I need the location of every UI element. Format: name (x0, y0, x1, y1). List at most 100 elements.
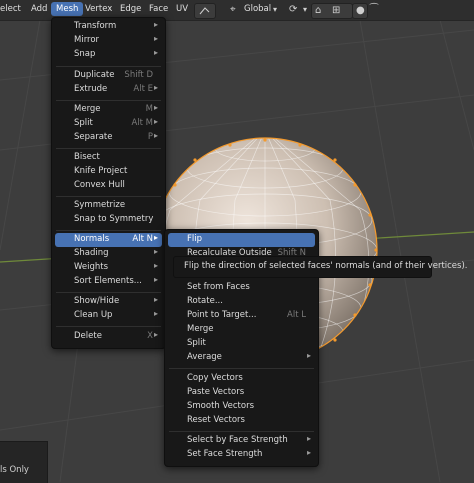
menu-item-point-to-target[interactable]: Point to Target... Alt L (168, 309, 315, 323)
menu-item-label: Separate (74, 132, 113, 142)
menu-item-flip[interactable]: Flip (168, 233, 315, 247)
menu-item-show-hide[interactable]: Show/Hide ▸ (55, 295, 162, 309)
submenu-arrow-icon: ▸ (306, 448, 311, 457)
menu-item-label: Set Face Strength (187, 449, 263, 459)
tooltip: Flip the direction of selected faces' no… (173, 256, 467, 278)
menu-item-split[interactable]: Split Alt M ▸ (55, 117, 162, 131)
falloff-curve-icon[interactable]: ⁀ (370, 3, 378, 17)
menu-item-label: Reset Vectors (187, 415, 245, 425)
menu-item-label: Bisect (74, 152, 100, 162)
menu-item-set-from-faces[interactable]: Set from Faces (168, 281, 315, 295)
shortcut-label: Alt M (131, 118, 153, 128)
panel-label: ls Only (0, 465, 29, 475)
submenu-arrow-icon: ▸ (153, 275, 158, 284)
uv-select-mode-dropdown[interactable] (194, 3, 216, 19)
submenu-arrow-icon: ▸ (153, 309, 158, 318)
shortcut-label: X (147, 331, 153, 341)
menu-item-label: Symmetrize (74, 200, 126, 210)
menu-separator (56, 148, 161, 149)
menu-separator (169, 431, 314, 432)
menu-item-label: Clean Up (74, 310, 113, 320)
menu-item-label: Snap (74, 49, 96, 59)
submenu-arrow-icon: ▸ (153, 103, 158, 112)
shortcut-label: P (147, 132, 153, 142)
menu-item-convex-hull[interactable]: Convex Hull (55, 179, 162, 193)
menu-item-snap[interactable]: Snap ▸ (55, 48, 162, 62)
menu-item-rotate[interactable]: Rotate... (168, 295, 315, 309)
snapping-group[interactable]: ⌂ ⊞ (311, 3, 353, 19)
menu-item-label: Merge (187, 324, 214, 334)
transform-orientation-dropdown[interactable]: Global (244, 4, 271, 14)
bottom-left-panel: ls Only (0, 441, 48, 483)
menu-uv[interactable]: UV (176, 4, 188, 14)
submenu-arrow-icon: ▸ (153, 330, 158, 339)
menu-item-label: Duplicate (74, 70, 115, 80)
menu-item-label: Split (74, 118, 93, 128)
menu-item-separate[interactable]: Separate P ▸ (55, 131, 162, 145)
menu-item-label: Snap to Symmetry (74, 214, 154, 224)
menu-vertex[interactable]: Vertex (85, 4, 112, 14)
shortcut-label: Alt E (133, 84, 153, 94)
submenu-arrow-icon: ▸ (153, 20, 158, 29)
shortcut-label: Alt L (287, 310, 306, 320)
menu-item-label: Knife Project (74, 166, 128, 176)
menu-add[interactable]: Add (31, 4, 47, 14)
submenu-arrow-icon: ▸ (153, 247, 158, 256)
menu-item-label: Copy Vectors (187, 373, 243, 383)
menu-item-split-normals[interactable]: Split (168, 337, 315, 351)
menu-item-label: Rotate... (187, 296, 223, 306)
menu-item-mirror[interactable]: Mirror ▸ (55, 34, 162, 48)
shortcut-label: M (145, 104, 153, 114)
menu-item-snap-to-symmetry[interactable]: Snap to Symmetry (55, 213, 162, 227)
menu-item-label: Set from Faces (187, 282, 250, 292)
menu-item-label: Delete (74, 331, 102, 341)
menu-item-label: Select by Face Strength (187, 435, 288, 445)
menu-separator (56, 326, 161, 327)
menu-item-normals[interactable]: Normals Alt N ▸ (55, 233, 162, 247)
menu-item-merge[interactable]: Merge M ▸ (55, 103, 162, 117)
submenu-arrow-icon: ▸ (153, 34, 158, 43)
menu-item-symmetrize[interactable]: Symmetrize (55, 199, 162, 213)
menu-item-label: Shading (74, 248, 109, 258)
chevron-down-icon: ▾ (273, 5, 278, 14)
menu-item-label: Average (187, 352, 222, 362)
menu-separator (169, 368, 314, 369)
pivot-icon[interactable]: ⟳ (289, 3, 297, 17)
proportional-editing-icon: ● (356, 5, 365, 16)
menu-item-copy-vectors[interactable]: Copy Vectors (168, 372, 315, 386)
menu-item-merge-normals[interactable]: Merge (168, 323, 315, 337)
menu-item-label: Paste Vectors (187, 387, 245, 397)
menu-item-clean-up[interactable]: Clean Up ▸ (55, 309, 162, 323)
menu-item-transform[interactable]: Transform ▸ (55, 20, 162, 34)
menu-edge[interactable]: Edge (120, 4, 141, 14)
menu-item-knife-project[interactable]: Knife Project (55, 165, 162, 179)
menu-item-reset-vectors[interactable]: Reset Vectors (168, 414, 315, 428)
menu-mesh[interactable]: Mesh (51, 2, 84, 16)
menu-separator (56, 230, 161, 231)
menu-item-set-face-strength[interactable]: Set Face Strength ▸ (168, 448, 315, 462)
menu-item-label: Flip (187, 234, 203, 244)
menu-item-average[interactable]: Average ▸ (168, 351, 315, 365)
submenu-arrow-icon: ▸ (153, 295, 158, 304)
menu-item-extrude[interactable]: Extrude Alt E ▸ (55, 83, 162, 97)
submenu-arrow-icon: ▸ (306, 434, 311, 443)
menu-item-delete[interactable]: Delete X ▸ (55, 330, 162, 344)
menu-item-bisect[interactable]: Bisect (55, 151, 162, 165)
proportional-editing-toggle[interactable]: ● (352, 3, 368, 19)
menu-item-select-by-face-strength[interactable]: Select by Face Strength ▸ (168, 434, 315, 448)
menu-item-label: Transform (74, 21, 117, 31)
menu-item-smooth-vectors[interactable]: Smooth Vectors (168, 400, 315, 414)
menu-item-shading[interactable]: Shading ▸ (55, 247, 162, 261)
menu-item-paste-vectors[interactable]: Paste Vectors (168, 386, 315, 400)
menu-item-label: Merge (74, 104, 101, 114)
menu-item-label: Normals (74, 234, 110, 244)
menu-face[interactable]: Face (149, 4, 168, 14)
menu-select[interactable]: elect (0, 4, 21, 14)
menu-item-weights[interactable]: Weights ▸ (55, 261, 162, 275)
menu-item-sort-elements[interactable]: Sort Elements... ▸ (55, 275, 162, 289)
menu-item-label: Extrude (74, 84, 108, 94)
submenu-arrow-icon: ▸ (153, 117, 158, 126)
snap-increment-icon[interactable]: ⊞ (332, 4, 340, 18)
menu-item-duplicate[interactable]: Duplicate Shift D (55, 69, 162, 83)
magnet-icon[interactable]: ⌂ (315, 4, 321, 18)
